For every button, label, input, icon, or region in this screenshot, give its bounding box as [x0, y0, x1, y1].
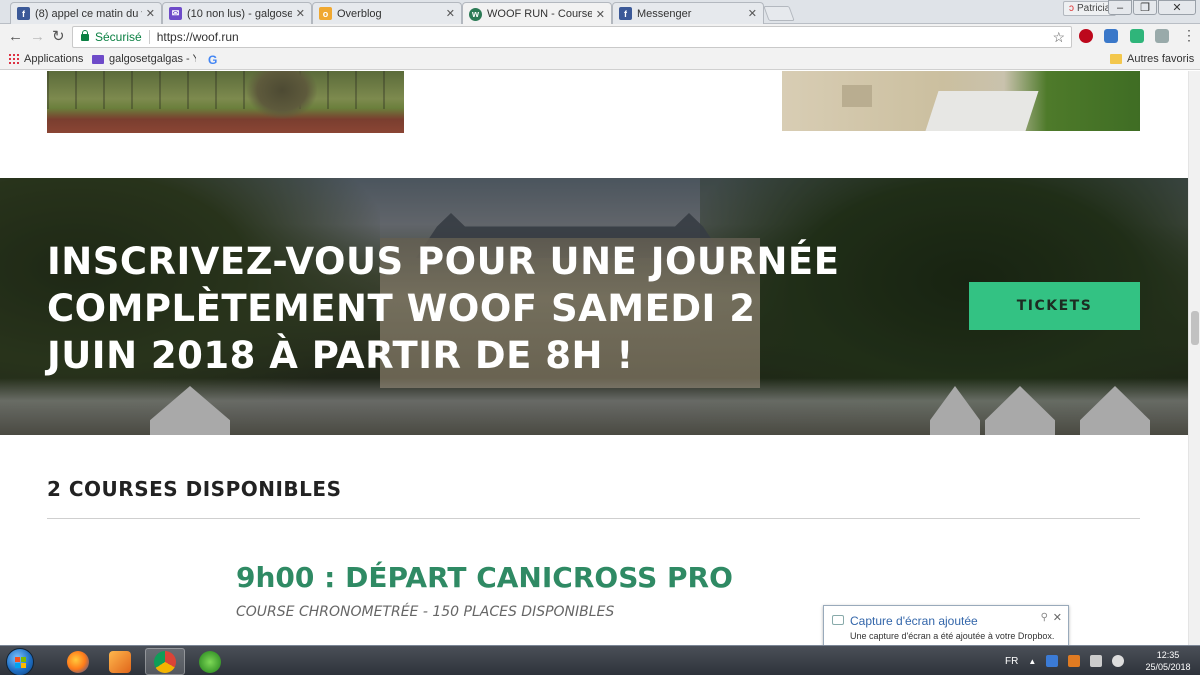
tray-app-icon[interactable] — [1068, 655, 1081, 667]
secure-label: Sécurisé — [95, 30, 142, 44]
windows-taskbar: FR ▲ 12:35 25/05/2018 — [0, 645, 1200, 675]
bookmark-google[interactable]: G — [208, 53, 217, 67]
page-scrollbar[interactable] — [1188, 71, 1200, 645]
other-bookmarks[interactable]: Autres favoris — [1110, 53, 1194, 65]
new-tab-button[interactable] — [763, 6, 795, 21]
course-subtitle: COURSE CHRONOMETRÉE - 150 PLACES DISPONI… — [236, 604, 615, 620]
google-icon: G — [208, 53, 218, 67]
start-button[interactable] — [6, 648, 34, 675]
tab-strip: f (8) appel ce matin du vet ✕ ✉ (10 non … — [0, 0, 1200, 25]
close-icon[interactable]: ✕ — [146, 7, 155, 20]
dropbox-notification[interactable]: Capture d'écran ajoutée Une capture d'éc… — [823, 605, 1069, 647]
settings-icon[interactable]: ⚲ — [1041, 612, 1048, 623]
url-text: https://woof.run — [156, 30, 239, 44]
clock[interactable]: 12:35 25/05/2018 — [1142, 649, 1194, 673]
section-divider — [47, 518, 1140, 519]
tab-title: WOOF RUN - Course Can — [487, 8, 592, 20]
pinterest-icon[interactable] — [1079, 29, 1093, 43]
tab-3[interactable]: o Overblog ✕ — [312, 2, 462, 24]
hero-banner: INSCRIVEZ-VOUS POUR UNE JOURNÉE COMPLÈTE… — [0, 178, 1188, 435]
extension-icon[interactable] — [1155, 29, 1169, 43]
close-icon[interactable]: ✕ — [596, 8, 605, 21]
yahoo-mail-icon: ✉ — [169, 7, 182, 20]
dropbox-icon[interactable] — [1046, 655, 1059, 667]
yahoo-mail-icon — [92, 54, 104, 64]
taskbar-media-player[interactable] — [100, 648, 140, 675]
photo-detail — [47, 71, 404, 109]
bookmark-applications[interactable]: Applications — [9, 53, 83, 65]
dropbox-icon — [832, 615, 844, 625]
clock-time: 12:35 — [1156, 650, 1180, 660]
other-bookmarks-label: Autres favoris — [1127, 53, 1195, 65]
minimize-button[interactable]: – — [1108, 0, 1132, 15]
tab-2[interactable]: ✉ (10 non lus) - galgosetga ✕ — [162, 2, 312, 24]
chrome-icon — [154, 650, 176, 673]
window-controls: – ❐ ✕ — [1107, 0, 1196, 15]
hero-title: INSCRIVEZ-VOUS POUR UNE JOURNÉE COMPLÈTE… — [47, 240, 840, 377]
back-arrow-icon[interactable]: ← — [8, 29, 23, 45]
tab-1[interactable]: f (8) appel ce matin du vet ✕ — [10, 2, 162, 24]
omnibox-separator — [148, 30, 150, 44]
scrollbar-thumb[interactable] — [1191, 311, 1199, 345]
race-photo-left — [47, 71, 404, 133]
tab-5[interactable]: f Messenger ✕ — [612, 2, 764, 24]
courses-heading: 2 COURSES DISPONIBLES — [47, 477, 342, 501]
woof-run-icon: w — [469, 7, 482, 21]
tab-woof-run[interactable]: w WOOF RUN - Course Can ✕ — [462, 2, 612, 25]
notification-body: Une capture d'écran a été ajoutée à votr… — [850, 631, 1055, 641]
profile-name: Patricia — [1077, 3, 1111, 14]
bookmark-label: galgosetgalgas - Yah — [109, 53, 196, 65]
browser-toolbar: ← → ↻ Sécurisé https://woof.run ☆ ⋮ — [0, 24, 1200, 50]
facebook-icon: f — [619, 7, 632, 20]
close-icon[interactable]: ✕ — [1053, 611, 1062, 624]
tab-title: Messenger — [637, 7, 692, 20]
bookmark-galgosetgalgas[interactable]: galgosetgalgas - Yah — [92, 53, 196, 65]
close-icon[interactable]: ✕ — [446, 7, 455, 20]
windows-logo-icon — [15, 657, 26, 668]
address-bar[interactable]: Sécurisé https://woof.run ☆ — [72, 26, 1072, 48]
clock-date: 25/05/2018 — [1145, 662, 1191, 672]
close-window-button[interactable]: ✕ — [1158, 0, 1196, 15]
tab-title: Overblog — [337, 7, 382, 20]
folder-icon — [1110, 54, 1122, 64]
taskbar-utorrent[interactable] — [190, 648, 230, 675]
close-icon[interactable]: ✕ — [748, 7, 757, 20]
volume-icon[interactable] — [1112, 655, 1125, 667]
photo-detail — [842, 85, 872, 107]
chevron-up-icon[interactable]: ▲ — [1028, 657, 1036, 666]
extension-icon[interactable] — [1104, 29, 1118, 43]
extension-icon[interactable] — [1130, 29, 1144, 43]
utorrent-icon — [199, 650, 221, 673]
taskbar-chrome[interactable] — [145, 648, 185, 675]
close-icon[interactable]: ✕ — [296, 7, 305, 20]
taskbar-firefox[interactable] — [58, 648, 98, 675]
course-title: 9h00 : DÉPART CANICROSS PRO — [236, 561, 733, 594]
media-player-icon — [109, 650, 131, 673]
tab-title: (8) appel ce matin du vet — [35, 7, 142, 20]
lock-icon — [81, 29, 89, 41]
photo-detail — [925, 91, 1039, 131]
photo-detail — [247, 71, 317, 119]
race-photo-right — [782, 71, 1140, 131]
notification-title: Capture d'écran ajoutée — [850, 614, 978, 628]
system-tray: FR ▲ — [1005, 646, 1125, 675]
language-indicator[interactable]: FR — [1005, 656, 1018, 667]
facebook-icon: f — [17, 7, 30, 20]
bookmarks-bar: Applications galgosetgalgas - Yah G Autr… — [0, 50, 1200, 70]
maximize-button[interactable]: ❐ — [1133, 0, 1157, 15]
profile-icon: ↄ — [1069, 3, 1074, 14]
network-icon[interactable] — [1090, 655, 1103, 667]
web-page: INSCRIVEZ-VOUS POUR UNE JOURNÉE COMPLÈTE… — [0, 71, 1188, 645]
bookmark-star-icon[interactable]: ☆ — [1052, 29, 1065, 46]
tickets-button[interactable]: TICKETS — [969, 282, 1140, 330]
menu-icon[interactable]: ⋮ — [1182, 27, 1196, 43]
forward-arrow-icon[interactable]: → — [30, 29, 45, 45]
overblog-icon: o — [319, 7, 332, 20]
reload-icon[interactable]: ↻ — [52, 29, 65, 45]
tab-title: (10 non lus) - galgosetga — [187, 7, 292, 20]
bookmark-label: Applications — [24, 53, 84, 65]
apps-grid-icon — [9, 54, 19, 64]
firefox-icon — [67, 650, 89, 673]
